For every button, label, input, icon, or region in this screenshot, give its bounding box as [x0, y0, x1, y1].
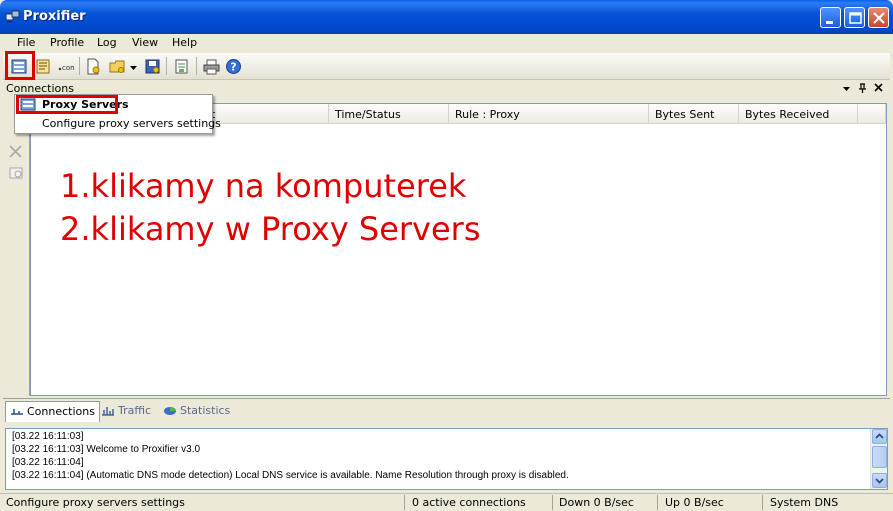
- status-download-rate: Down 0 B/sec: [559, 496, 634, 509]
- highlight-box-toolbar: [5, 51, 35, 80]
- minimize-button[interactable]: [820, 7, 841, 28]
- log-panel[interactable]: [03.22 16:11:03] [03.22 16:11:03] Welcom…: [5, 428, 888, 490]
- column-header-bytes-received[interactable]: Bytes Received: [739, 104, 858, 124]
- status-upload-rate: Up 0 B/sec: [665, 496, 724, 509]
- annotation-step-2: 2.klikamy w Proxy Servers: [60, 210, 481, 248]
- connections-tab-icon: [11, 409, 23, 415]
- log-line: [03.22 16:11:03] Welcome to Proxifier v3…: [12, 444, 201, 455]
- scroll-thumb[interactable]: [872, 446, 887, 468]
- column-header-filler: [858, 104, 886, 124]
- scroll-down-button[interactable]: [872, 473, 887, 488]
- svg-text:com: com: [62, 64, 74, 72]
- connections-side-toolbar: [3, 98, 30, 396]
- annotation-step-1: 1.klikamy na komputerek: [60, 167, 467, 205]
- status-active-connections: 0 active connections: [412, 496, 526, 509]
- log-line: [03.22 16:11:04] (Automatic DNS mode det…: [12, 470, 569, 481]
- panel-close-icon[interactable]: [874, 82, 884, 94]
- menu-help[interactable]: Help: [172, 36, 197, 49]
- proxifier-app-icon: [5, 10, 20, 23]
- tab-connections[interactable]: Connections: [5, 401, 100, 422]
- close-button[interactable]: [868, 7, 889, 28]
- column-header-rule-proxy[interactable]: Rule : Proxy: [449, 104, 649, 124]
- pin-icon[interactable]: [858, 82, 867, 94]
- close-connection-icon[interactable]: [8, 144, 23, 159]
- proxification-rules-icon[interactable]: [35, 58, 52, 75]
- chevron-up-icon: [875, 433, 884, 439]
- title-bar: Proxifier: [0, 0, 893, 34]
- panel-menu-icon[interactable]: [842, 82, 851, 94]
- dropdown-icon[interactable]: [129, 58, 138, 75]
- connections-list[interactable]: t Time/Status Rule : Proxy Bytes Sent By…: [30, 103, 887, 396]
- scroll-up-button[interactable]: [872, 429, 887, 444]
- new-profile-icon[interactable]: [85, 58, 102, 75]
- maximize-button[interactable]: [844, 7, 865, 28]
- menu-view[interactable]: View: [132, 36, 158, 49]
- status-dns-mode: System DNS: [770, 496, 839, 509]
- print-icon[interactable]: [203, 58, 220, 75]
- status-bar: Configure proxy servers settings 0 activ…: [0, 493, 893, 511]
- svg-text:?: ?: [230, 61, 236, 74]
- close-icon: [873, 12, 885, 24]
- traffic-tab-icon: [102, 407, 114, 416]
- log-line: [03.22 16:11:04]: [12, 457, 84, 468]
- toolbar: com ?: [3, 53, 890, 80]
- column-header-time-status[interactable]: Time/Status: [329, 104, 449, 124]
- column-header-bytes-sent[interactable]: Bytes Sent: [649, 104, 739, 124]
- highlight-box-popup: [16, 95, 118, 114]
- statistics-tab-icon: [164, 407, 176, 415]
- menu-bar: File Profile Log View Help: [3, 34, 890, 53]
- minimize-icon: [826, 21, 833, 24]
- help-icon[interactable]: ?: [225, 58, 242, 75]
- status-hint: Configure proxy servers settings: [6, 496, 185, 509]
- save-profile-icon[interactable]: [144, 58, 161, 75]
- menu-profile[interactable]: Profile: [50, 36, 84, 49]
- chevron-down-icon: [875, 478, 884, 484]
- connection-info-icon[interactable]: [9, 165, 24, 180]
- name-resolution-icon[interactable]: com: [57, 58, 74, 75]
- window-title: Proxifier: [23, 9, 86, 24]
- menu-log[interactable]: Log: [97, 36, 117, 49]
- log-line: [03.22 16:11:03]: [12, 431, 84, 442]
- log-scrollbar[interactable]: [870, 429, 887, 489]
- tab-traffic[interactable]: Traffic: [97, 401, 155, 422]
- open-profile-icon[interactable]: [109, 58, 126, 75]
- advanced-icon[interactable]: [173, 58, 190, 75]
- menu-file[interactable]: File: [17, 36, 35, 49]
- tooltip-description: Configure proxy servers settings: [42, 117, 221, 130]
- tab-statistics[interactable]: Statistics: [159, 401, 234, 422]
- bottom-tabs: Connections Traffic Statistics: [3, 398, 890, 422]
- maximize-icon: [849, 12, 862, 24]
